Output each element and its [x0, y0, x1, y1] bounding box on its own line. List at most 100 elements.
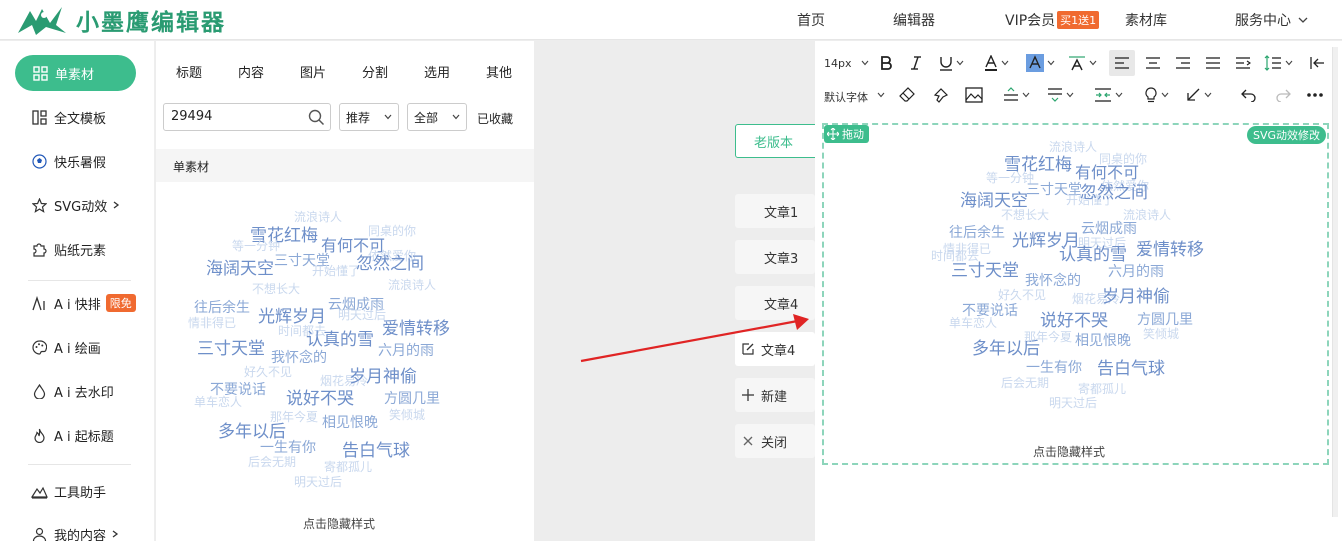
bg-color-button[interactable] — [1025, 53, 1045, 73]
chevron-right-icon — [113, 201, 120, 209]
letter-spacing-button[interactable] — [1067, 53, 1087, 73]
canvas-cloud-word: 笑倾城 — [1143, 327, 1180, 341]
canvas-cloud-word: 认真的雪 — [1059, 245, 1127, 265]
bold-button[interactable] — [876, 53, 896, 73]
search-input[interactable] — [171, 109, 301, 124]
nav-service-label: 服务中心 — [1235, 13, 1291, 29]
nav-vip[interactable]: VIP会员 买1送1 — [1005, 0, 1100, 40]
eraser-icon[interactable] — [897, 85, 917, 105]
hide-style-hint[interactable]: 点击隐藏样式 — [303, 515, 375, 532]
tab-other[interactable]: 其他 — [486, 62, 512, 81]
puzzle-icon — [31, 241, 48, 258]
sidebar-item-label: 全文模板 — [54, 111, 107, 127]
canvas-cloud-word: 不想长大 — [1001, 208, 1050, 222]
sort-value: 推荐 — [346, 110, 371, 125]
sidebar-item-single[interactable]: 单素材 — [15, 55, 136, 91]
close-icon — [743, 436, 753, 446]
cloud-word: 寄都孤儿 — [324, 460, 373, 474]
toolbar-row-1: 14px — [815, 49, 1342, 76]
move-icon — [827, 128, 839, 140]
align-right-button[interactable] — [1173, 53, 1193, 73]
paragraph-spacing-top-icon[interactable] — [1001, 85, 1021, 105]
cloud-word: 相见恨晚 — [322, 415, 378, 431]
tab-select[interactable]: 选用 — [424, 62, 450, 81]
tab-divider[interactable]: 分割 — [362, 62, 388, 81]
word-cloud: 流浪诗人 雪花红梅 同桌的你 有何不可 等一分钟 三寸天堂 依然爱你 海阔天空 开始懂了 忽然之间… — [188, 211, 486, 501]
drag-handle[interactable]: 拖动 — [824, 125, 869, 143]
sidebar-item-svg[interactable]: SVG动效 — [14, 188, 136, 222]
article-tab[interactable]: 文章3 — [735, 240, 815, 274]
canvas-cloud-word: 流浪诗人 — [1049, 140, 1098, 154]
sidebar-item-ai-layout[interactable]: A i 快排 限免 — [14, 286, 136, 320]
cloud-word: 三寸天堂 — [197, 339, 265, 359]
nav-library[interactable]: 素材库 — [1125, 0, 1167, 40]
section-title: 单素材 — [173, 160, 210, 174]
italic-button[interactable] — [906, 53, 926, 73]
more-icon[interactable] — [1305, 85, 1325, 105]
paragraph-spacing-bottom-icon[interactable] — [1045, 85, 1065, 105]
hide-style-hint[interactable]: 点击隐藏样式 — [1033, 443, 1105, 460]
drop-icon — [31, 383, 48, 400]
sidebar-item-sticker[interactable]: 贴纸元素 — [14, 232, 136, 266]
sort-dropdown[interactable]: 推荐 — [339, 103, 399, 131]
align-center-button[interactable] — [1143, 53, 1163, 73]
nav-service[interactable]: 服务中心 — [1235, 0, 1309, 40]
logo[interactable]: 小墨鹰编辑器 — [16, 2, 226, 38]
search-icon[interactable] — [308, 109, 325, 126]
sidebar-item-ai-title[interactable]: A i 起标题 — [14, 418, 136, 452]
font-color-button[interactable] — [981, 53, 1001, 73]
chevron-down-icon — [1298, 17, 1308, 23]
line-height-button[interactable] — [1263, 53, 1283, 73]
sidebar-item-summer[interactable]: 快乐暑假 — [14, 144, 136, 178]
sidebar-item-label: SVG动效 — [54, 199, 108, 215]
sidebar-item-tools[interactable]: 工具助手 — [14, 474, 136, 508]
redo-icon[interactable] — [1273, 85, 1293, 105]
side-margin-icon[interactable] — [1093, 85, 1113, 105]
editor-canvas[interactable]: 拖动 SVG动效修改 流浪诗人 雪花红梅 同桌的你 有何不可 等一分钟 三寸天堂 依然爱你海… — [822, 123, 1329, 465]
user-icon — [31, 526, 48, 541]
canvas-cloud-word: 好久不见 — [998, 288, 1047, 302]
filter-dropdown[interactable]: 全部 — [407, 103, 467, 131]
article-tab-active[interactable]: 文章4 — [735, 332, 815, 366]
article-tab[interactable]: 文章1 — [735, 194, 815, 228]
close-article-button[interactable]: 关闭 — [735, 424, 815, 458]
image-icon[interactable] — [964, 85, 984, 105]
sidebar-item-ai-watermark[interactable]: A i 去水印 — [14, 374, 136, 408]
nav-editor[interactable]: 编辑器 — [893, 0, 935, 40]
search-box — [163, 103, 331, 131]
svg-edit-button[interactable]: SVG动效修改 — [1246, 126, 1326, 144]
material-card[interactable]: 流浪诗人 雪花红梅 同桌的你 有何不可 等一分钟 三寸天堂 依然爱你 海阔天空 开始懂了 忽然之间… — [156, 182, 529, 541]
cloud-word: 说好不哭 — [286, 389, 354, 409]
tab-image[interactable]: 图片 — [300, 62, 326, 81]
arrow-down-left-icon[interactable] — [1183, 85, 1203, 105]
new-article-button[interactable]: 新建 — [735, 378, 815, 412]
sidebar-item-label: 我的内容 — [54, 528, 107, 541]
flame-icon — [31, 427, 48, 444]
collected-link[interactable]: 已收藏 — [477, 110, 513, 127]
indent-button[interactable] — [1233, 53, 1253, 73]
tab-title[interactable]: 标题 — [176, 62, 202, 81]
exit-button[interactable] — [1307, 53, 1327, 73]
lightbulb-icon[interactable] — [1141, 85, 1161, 105]
sidebar-item-template[interactable]: 全文模板 — [14, 100, 136, 134]
font-size-select[interactable]: 14px — [824, 57, 852, 70]
justify-button[interactable] — [1203, 53, 1223, 73]
chevron-down-icon — [1047, 60, 1055, 66]
article-tab[interactable]: 文章4 — [735, 286, 815, 320]
chevron-down-icon — [1161, 92, 1169, 98]
format-brush-icon[interactable] — [931, 85, 951, 105]
font-family-select[interactable]: 默认字体 — [824, 89, 868, 105]
underline-button[interactable] — [936, 53, 956, 73]
material-tabs: 标题 内容 图片 分割 选用 其他 — [156, 55, 534, 85]
sidebar-item-my-content[interactable]: 我的内容 — [14, 517, 136, 541]
sidebar-item-ai-draw[interactable]: A i 绘画 — [14, 330, 136, 364]
tab-content[interactable]: 内容 — [238, 62, 264, 81]
nav-home[interactable]: 首页 — [797, 0, 825, 40]
undo-icon[interactable] — [1239, 85, 1259, 105]
cloud-word: 海阔天空 — [206, 259, 274, 279]
toolbar-row-2: 默认字体 — [815, 81, 1342, 107]
vip-promo-badge: 买1送1 — [1057, 11, 1100, 29]
editor-scrollbar[interactable] — [1332, 47, 1338, 517]
align-left-button[interactable] — [1109, 50, 1135, 76]
sidebar-item-label: 工具助手 — [54, 485, 107, 501]
